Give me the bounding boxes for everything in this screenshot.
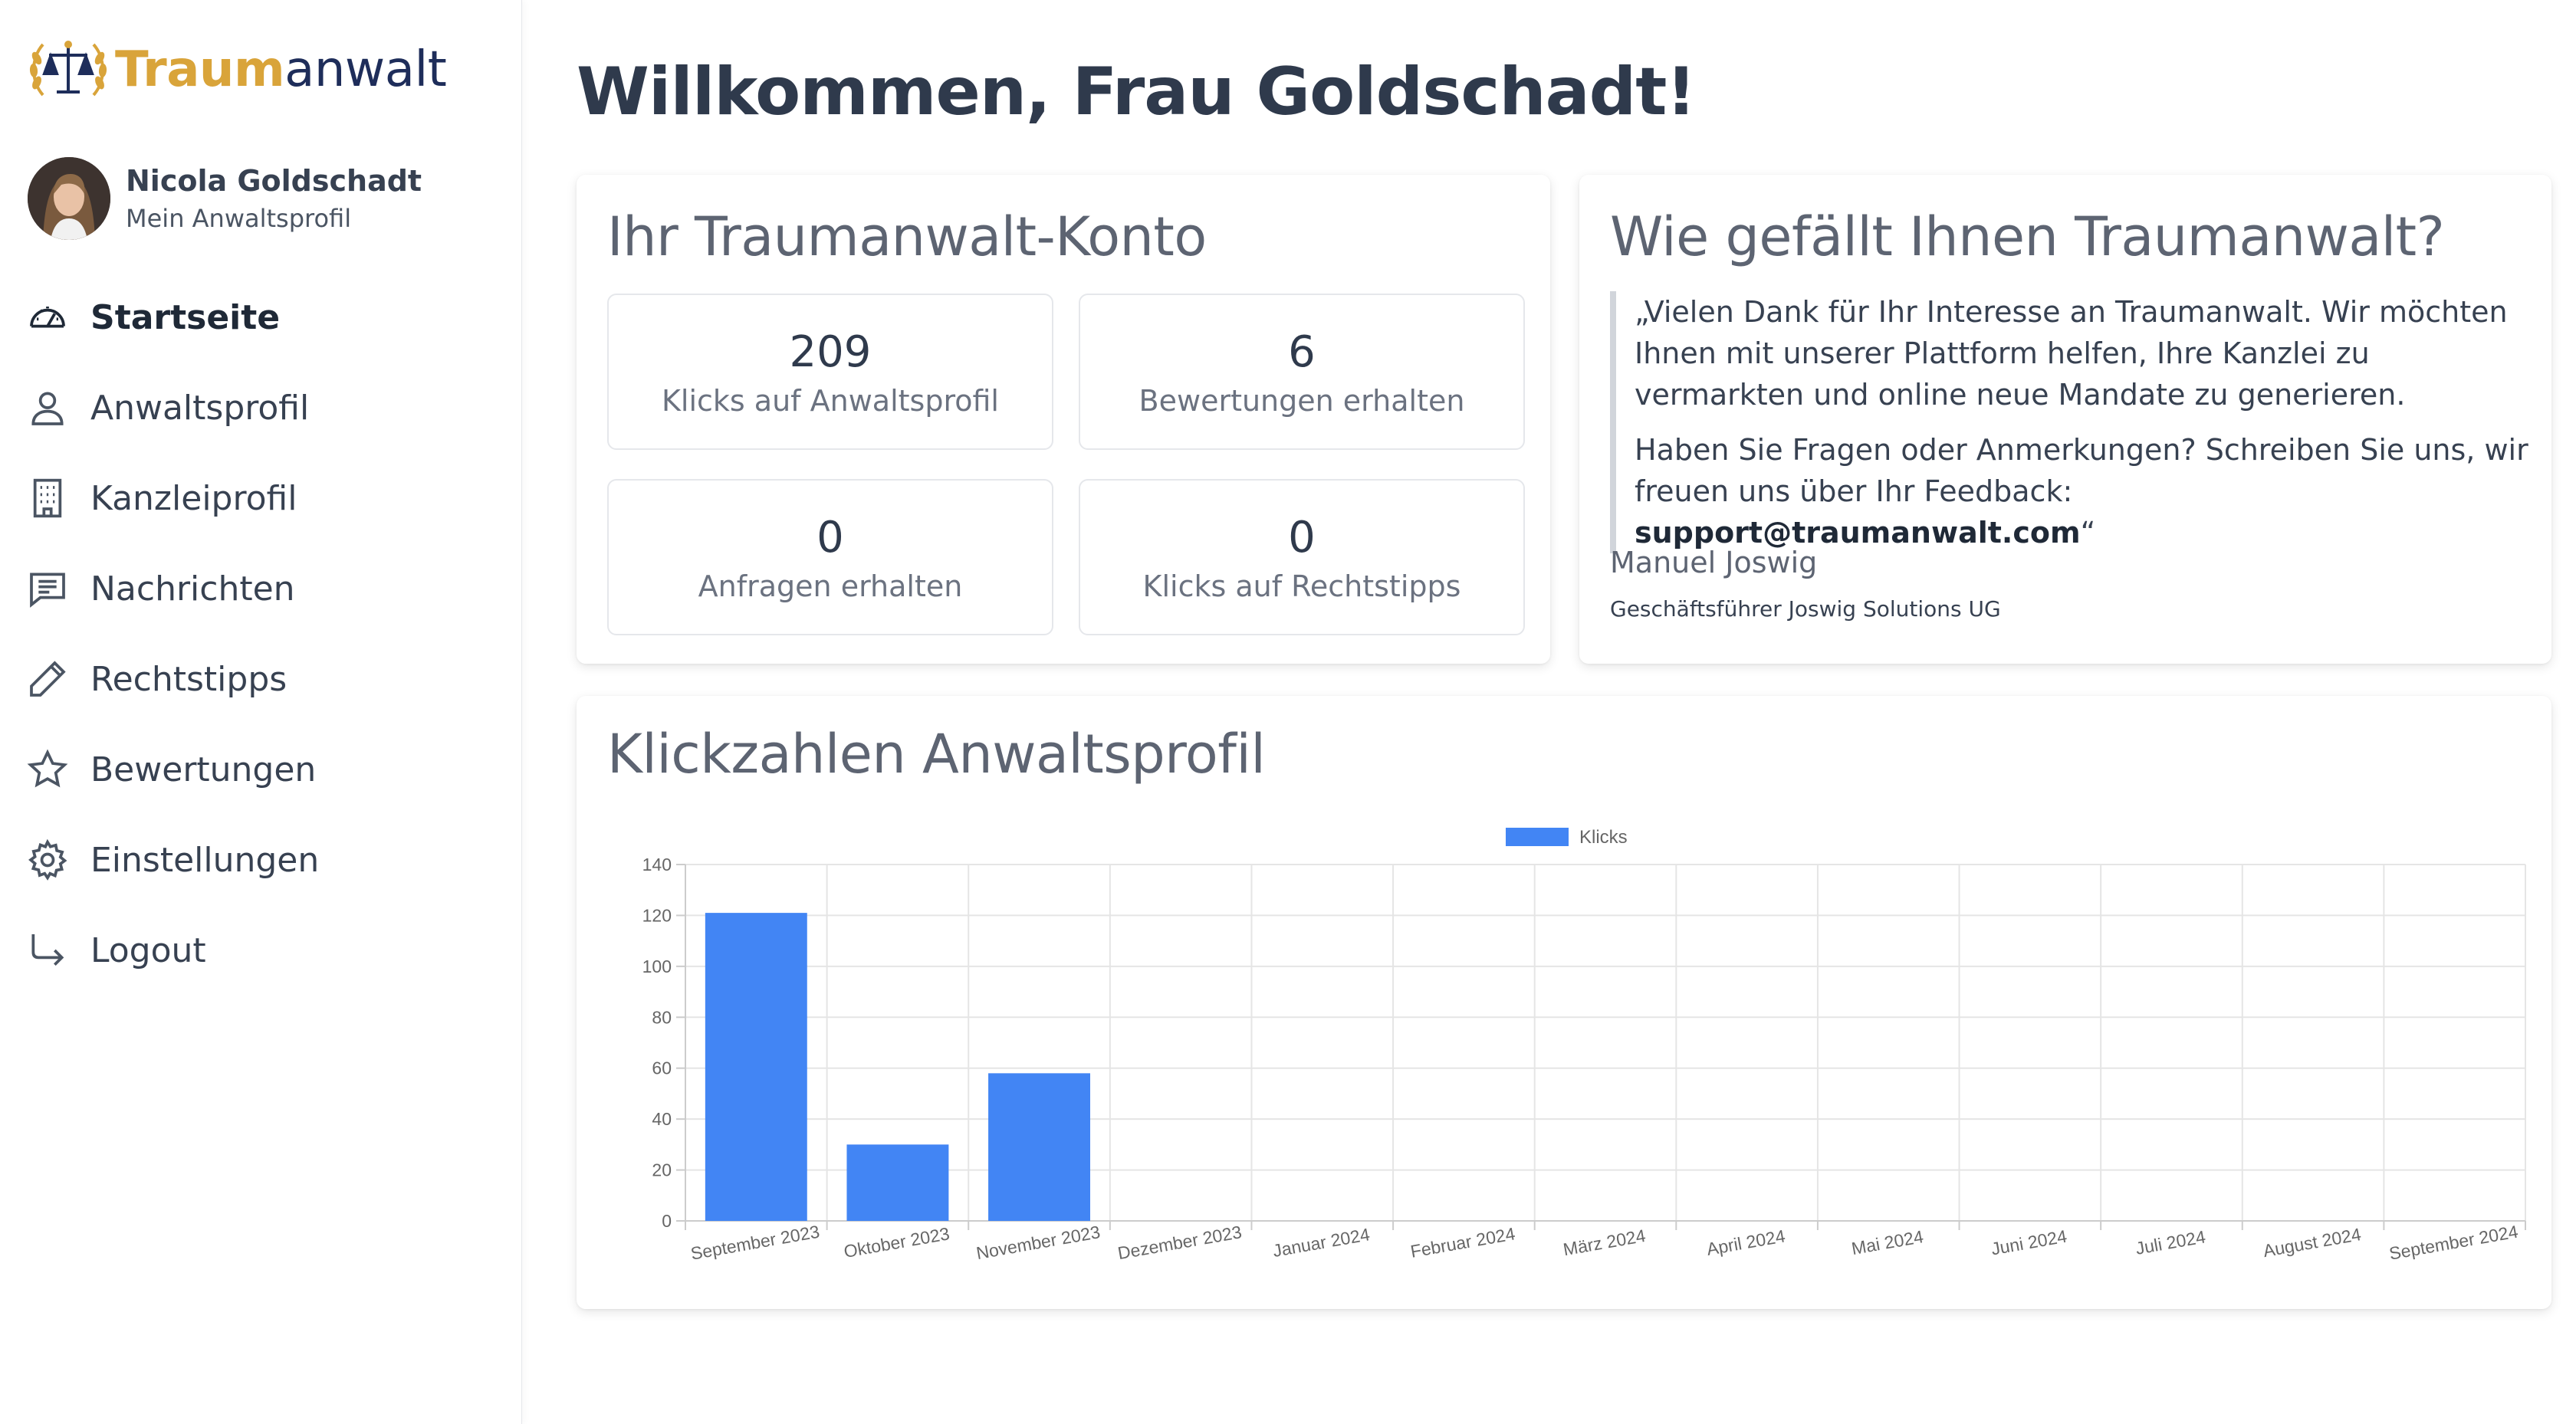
signer-role: Geschäftsführer Joswig Solutions UG <box>1610 596 2001 622</box>
x-tick-label: Juli 2024 <box>2134 1226 2206 1258</box>
sidebar: Traumanwalt Nicola Goldschadt Mein Anwal… <box>0 0 522 1424</box>
feedback-quote: „Vielen Dank für Ihr Interesse an Trauma… <box>1610 291 2539 553</box>
y-tick-label: 80 <box>652 1007 672 1027</box>
legend-label: Klicks <box>1579 827 1628 848</box>
bar-oktober-2023 <box>846 1144 949 1221</box>
sidebar-item-einstellungen[interactable]: Einstellungen <box>26 815 319 905</box>
support-email-link[interactable]: support@traumanwalt.com <box>1635 516 2081 550</box>
y-tick-label: 120 <box>642 905 672 925</box>
x-tick-label: September 2023 <box>689 1222 821 1264</box>
sidebar-item-label: Nachrichten <box>90 569 295 609</box>
sidebar-item-label: Logout <box>90 930 206 970</box>
person-icon <box>31 392 64 425</box>
logo-text-traum: Traum <box>115 41 285 98</box>
page-title: Willkommen, Frau Goldschadt! <box>577 54 1697 130</box>
stat-value: 209 <box>789 327 872 377</box>
stat-reviews-received: 6 Bewertungen erhalten <box>1079 294 1525 450</box>
quote-paragraph-2: Haben Sie Fragen oder Anmerkungen? Schre… <box>1635 429 2539 553</box>
star-icon <box>27 749 68 788</box>
logo-text-anwalt: anwalt <box>284 41 447 98</box>
quote-paragraph-2-text: Haben Sie Fragen oder Anmerkungen? Schre… <box>1635 433 2528 508</box>
account-card-title: Ihr Traumanwalt-Konto <box>607 205 1207 268</box>
avatar <box>28 157 110 240</box>
sidebar-item-label: Kanzleiprofil <box>90 478 297 518</box>
scales-laurel-logo-icon <box>29 41 107 97</box>
clicks-chart-card: Klickzahlen Anwaltsprofil 0 20 40 60 80 100 12… <box>577 696 2551 1309</box>
y-tick-label: 0 <box>662 1211 672 1231</box>
sidebar-item-logout[interactable]: Logout <box>26 905 319 996</box>
sidebar-item-label: Bewertungen <box>90 750 317 789</box>
sidebar-item-label: Anwaltsprofil <box>90 388 310 428</box>
x-tick-label: März 2024 <box>1562 1225 1648 1260</box>
stat-inquiries-received: 0 Anfragen erhalten <box>607 479 1053 635</box>
quote-paragraph-1: „Vielen Dank für Ihr Interesse an Trauma… <box>1635 295 2508 412</box>
sidebar-item-rechtstipps[interactable]: Rechtstipps <box>26 634 319 724</box>
legend-swatch <box>1506 828 1569 846</box>
y-tick-label: 140 <box>642 855 672 874</box>
y-tick-label: 40 <box>652 1109 672 1129</box>
x-tick-label: August 2024 <box>2262 1224 2363 1261</box>
stat-value: 0 <box>1288 513 1316 563</box>
x-tick-label: Juni 2024 <box>1990 1226 2068 1259</box>
sidebar-nav: Startseite Anwaltsprofil Kanzleiprofil N… <box>26 272 319 996</box>
sidebar-item-startseite[interactable]: Startseite <box>26 272 319 363</box>
stat-label: Klicks auf Anwaltsprofil <box>662 384 999 418</box>
bar-september-2023 <box>705 913 807 1221</box>
y-tick-label: 60 <box>652 1058 672 1078</box>
x-tick-label: Januar 2024 <box>1271 1224 1372 1261</box>
y-tick-label: 100 <box>642 956 672 976</box>
x-tick-label: September 2024 <box>2387 1222 2519 1264</box>
feedback-card-title: Wie gefällt Ihnen Traumanwalt? <box>1610 205 2445 268</box>
clicks-bar-chart: 0 20 40 60 80 100 120 140 September 2023 Oktober … <box>642 827 2526 1264</box>
bar-november-2023 <box>988 1073 1090 1221</box>
gear-icon <box>28 838 67 881</box>
logo[interactable]: Traumanwalt <box>26 28 447 112</box>
account-card: Ihr Traumanwalt-Konto 209 Klicks auf Anw… <box>577 175 1550 664</box>
app-root: Traumanwalt Nicola Goldschadt Mein Anwal… <box>0 0 2576 1424</box>
building-icon <box>33 478 62 518</box>
sidebar-item-kanzleiprofil[interactable]: Kanzleiprofil <box>26 453 319 543</box>
y-tick-label: 20 <box>652 1160 672 1180</box>
user-photo <box>28 157 110 240</box>
sidebar-item-label: Rechtstipps <box>90 659 288 699</box>
sidebar-item-anwaltsprofil[interactable]: Anwaltsprofil <box>26 363 319 453</box>
x-tick-label: Dezember 2023 <box>1116 1222 1244 1263</box>
stat-label: Anfragen erhalten <box>698 569 963 603</box>
logo-wordmark: Traumanwalt <box>115 41 447 98</box>
x-tick-label: November 2023 <box>974 1222 1102 1263</box>
x-tick-label: Oktober 2023 <box>843 1223 951 1262</box>
signer-name: Manuel Joswig <box>1610 546 1818 579</box>
user-profile[interactable]: Nicola Goldschadt Mein Anwaltsprofil <box>28 157 422 240</box>
logout-arrow-icon <box>31 934 64 966</box>
stat-value: 6 <box>1288 327 1316 377</box>
sidebar-item-label: Startseite <box>90 297 281 337</box>
stat-profile-clicks: 209 Klicks auf Anwaltsprofil <box>607 294 1053 450</box>
x-tick-label: Februar 2024 <box>1409 1223 1517 1262</box>
sidebar-item-bewertungen[interactable]: Bewertungen <box>26 724 319 815</box>
x-tick-label: April 2024 <box>1705 1225 1787 1259</box>
quote-closing-mark: “ <box>2080 516 2096 550</box>
stat-legal-tips-clicks: 0 Klicks auf Rechtstipps <box>1079 479 1525 635</box>
pencil-icon <box>30 661 66 697</box>
chat-icon <box>30 573 65 608</box>
sidebar-item-label: Einstellungen <box>90 840 320 880</box>
dashboard-gauge-icon <box>30 307 65 328</box>
stat-label: Bewertungen erhalten <box>1138 384 1465 418</box>
user-name: Nicola Goldschadt <box>126 164 422 198</box>
feedback-card: Wie gefällt Ihnen Traumanwalt? „Vielen D… <box>1579 175 2551 664</box>
my-profile-link[interactable]: Mein Anwaltsprofil <box>126 204 422 233</box>
x-tick-label: Mai 2024 <box>1850 1226 1925 1258</box>
stat-value: 0 <box>816 513 844 563</box>
sidebar-item-nachrichten[interactable]: Nachrichten <box>26 543 319 634</box>
stat-label: Klicks auf Rechtstipps <box>1142 569 1461 603</box>
